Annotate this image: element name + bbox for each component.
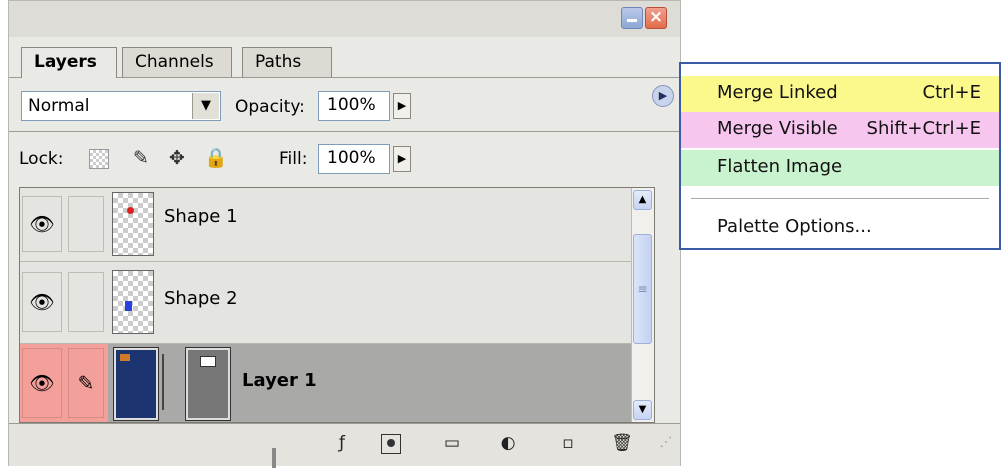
eye-icon[interactable]: 👁 bbox=[22, 272, 62, 332]
menu-item-label: Palette Options... bbox=[717, 216, 872, 237]
mask-link-chain bbox=[162, 354, 164, 410]
menu-item-label: Flatten Image bbox=[717, 156, 843, 177]
tab-label: Layers bbox=[34, 52, 97, 72]
menu-item-label: Merge Linked bbox=[717, 82, 838, 103]
menu-item-palette-options[interactable]: Palette Options... bbox=[681, 210, 999, 246]
layer-name[interactable]: Layer 1 bbox=[242, 370, 317, 391]
chevron-down-icon[interactable]: ▼ bbox=[192, 93, 219, 119]
eye-icon[interactable]: 👁 bbox=[22, 348, 62, 418]
layer-style-icon[interactable]: ƒ bbox=[331, 432, 353, 454]
palette-menu-button[interactable]: ▶ bbox=[652, 85, 674, 107]
fill-label: Fill: bbox=[279, 149, 308, 169]
divider bbox=[9, 131, 680, 132]
layers-list: 👁 Shape 1 👁 Shape 2 👁 ✎ Layer 1 ▲ ≡ ▼ bbox=[19, 187, 655, 423]
new-group-icon[interactable]: ▭ bbox=[441, 432, 463, 454]
adjustment-layer-icon[interactable]: ◐ bbox=[497, 432, 519, 454]
layer-row-shape-2[interactable]: 👁 Shape 2 bbox=[20, 262, 654, 344]
scroll-up-button[interactable]: ▲ bbox=[633, 190, 652, 210]
palette-titlebar[interactable]: × bbox=[9, 1, 680, 37]
tab-layers[interactable]: Layers bbox=[21, 47, 117, 78]
lock-all-padlock-icon[interactable]: 🔒 bbox=[204, 147, 228, 169]
link-slot[interactable] bbox=[68, 196, 104, 252]
trash-icon[interactable]: 🗑 bbox=[611, 432, 633, 454]
resize-grip-icon[interactable]: ⋰ bbox=[655, 432, 677, 454]
lock-position-move-icon[interactable]: ✥ bbox=[166, 147, 188, 169]
shape-dot bbox=[127, 207, 134, 214]
tab-strip: Channels Paths Layers ▶ bbox=[9, 37, 680, 107]
layer-row-layer-1[interactable]: 👁 ✎ Layer 1 bbox=[20, 344, 654, 422]
eye-icon[interactable]: 👁 bbox=[22, 196, 62, 252]
blend-mode-value: Normal bbox=[28, 96, 90, 116]
brush-icon[interactable]: ✎ bbox=[68, 348, 104, 418]
menu-item-shortcut: Shift+Ctrl+E bbox=[866, 118, 981, 139]
tab-channels[interactable]: Channels bbox=[122, 47, 232, 77]
link-slot[interactable] bbox=[68, 272, 104, 332]
tab-label: Paths bbox=[255, 52, 302, 72]
new-layer-icon[interactable]: ▫ bbox=[557, 432, 579, 454]
layers-scrollbar[interactable]: ▲ ≡ ▼ bbox=[631, 188, 654, 422]
add-mask-icon[interactable] bbox=[381, 434, 401, 454]
scroll-down-button[interactable]: ▼ bbox=[633, 400, 652, 420]
palette-flyout-menu: Merge Linked Ctrl+E Merge Visible Shift+… bbox=[679, 62, 1001, 250]
palette-bottom-toolbar: ƒ ▭ ◐ ▫ 🗑 ⋰ bbox=[9, 423, 680, 466]
fill-slider-button[interactable]: ▶ bbox=[393, 146, 411, 172]
menu-item-shortcut: Ctrl+E bbox=[922, 82, 981, 103]
shape-dot bbox=[125, 301, 132, 311]
menu-item-flatten-image[interactable]: Flatten Image bbox=[681, 150, 999, 186]
menu-separator bbox=[691, 198, 989, 199]
mask-circle bbox=[387, 439, 395, 447]
opacity-slider-button[interactable]: ▶ bbox=[393, 93, 411, 119]
layer-mask-thumbnail[interactable] bbox=[185, 347, 231, 421]
mask-shape bbox=[200, 356, 216, 367]
layer-thumbnail bbox=[112, 192, 154, 256]
tab-paths[interactable]: Paths bbox=[242, 47, 332, 77]
layer-row-shape-1[interactable]: 👁 Shape 1 bbox=[20, 188, 654, 262]
menu-item-merge-visible[interactable]: Merge Visible Shift+Ctrl+E bbox=[681, 112, 999, 148]
lock-label: Lock: bbox=[19, 149, 64, 169]
layer-thumbnail bbox=[113, 347, 159, 421]
menu-item-label: Merge Visible bbox=[717, 118, 838, 139]
canvas-edge bbox=[272, 448, 276, 468]
blend-mode-select[interactable]: Normal ▼ bbox=[21, 91, 221, 121]
layer-name[interactable]: Shape 1 bbox=[164, 206, 238, 227]
menu-item-merge-linked[interactable]: Merge Linked Ctrl+E bbox=[681, 76, 999, 112]
layer-thumbnail bbox=[112, 270, 154, 334]
opacity-label: Opacity: bbox=[235, 97, 305, 117]
tab-label: Channels bbox=[135, 52, 214, 72]
minimize-button[interactable] bbox=[621, 7, 643, 29]
layer-name[interactable]: Shape 2 bbox=[164, 288, 238, 309]
layers-palette: × Channels Paths Layers ▶ Normal ▼ Opaci… bbox=[8, 0, 681, 466]
fill-input[interactable]: 100% bbox=[318, 144, 390, 174]
scroll-thumb[interactable]: ≡ bbox=[633, 234, 652, 344]
close-button[interactable]: × bbox=[645, 7, 667, 29]
opacity-input[interactable]: 100% bbox=[318, 91, 390, 121]
lock-image-brush-icon[interactable]: ✎ bbox=[130, 147, 152, 169]
lock-transparency-icon[interactable] bbox=[89, 149, 109, 169]
thumbnail-mark bbox=[120, 354, 130, 361]
